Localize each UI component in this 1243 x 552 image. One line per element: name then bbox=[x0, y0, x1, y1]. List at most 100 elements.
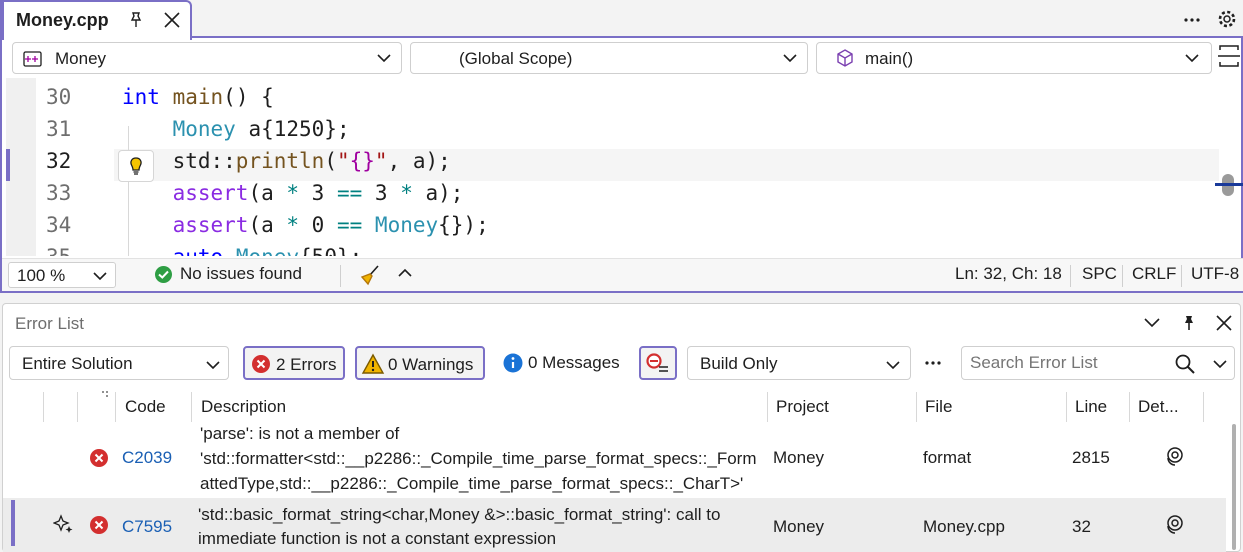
warnings-filter-button[interactable]: 0 Warnings bbox=[355, 346, 485, 380]
error-file: Money.cpp bbox=[923, 517, 1005, 536]
chevron-down-icon bbox=[783, 53, 797, 63]
details-icon[interactable] bbox=[1161, 513, 1185, 537]
chevron-down-icon bbox=[206, 360, 220, 370]
code-token: assert bbox=[172, 213, 249, 237]
chevron-up-icon[interactable] bbox=[398, 268, 412, 278]
code-editor[interactable]: 29};30int main() {31 Money a{1250};32 st… bbox=[6, 78, 1219, 256]
table-row[interactable]: C2039 'parse': is not a member of 'std::… bbox=[3, 422, 1226, 498]
code-token: Money bbox=[172, 117, 236, 141]
code-line: int main() { bbox=[122, 85, 274, 109]
error-list-scrollbar[interactable] bbox=[1232, 424, 1236, 550]
file-encoding[interactable]: UTF-8 bbox=[1191, 264, 1239, 284]
line-number: 30 bbox=[46, 85, 72, 109]
more-options-icon[interactable] bbox=[923, 356, 943, 370]
check-circle-icon bbox=[154, 265, 173, 284]
close-icon[interactable] bbox=[1214, 313, 1234, 333]
quick-actions-button[interactable] bbox=[118, 150, 154, 182]
chevron-down-icon bbox=[886, 360, 900, 370]
code-token: 3 bbox=[362, 181, 401, 205]
close-tab-icon[interactable] bbox=[162, 10, 182, 30]
line-endings[interactable]: CRLF bbox=[1132, 264, 1176, 284]
member-label: main() bbox=[865, 49, 914, 68]
code-token: a{1250}; bbox=[235, 117, 350, 141]
error-project: Money bbox=[773, 517, 825, 536]
column-header-project[interactable]: Project bbox=[776, 397, 829, 417]
selection-marker bbox=[11, 500, 15, 546]
split-editor-icon[interactable] bbox=[1218, 44, 1240, 68]
whitespace-mode[interactable]: SPC bbox=[1082, 264, 1117, 284]
error-project: Money bbox=[773, 448, 825, 467]
ai-sparkle-icon[interactable] bbox=[53, 514, 75, 534]
chevron-down-icon bbox=[93, 271, 107, 281]
code-line: auto Money{50}; bbox=[122, 245, 363, 256]
more-options-icon[interactable] bbox=[1182, 10, 1202, 30]
pin-icon[interactable] bbox=[1179, 313, 1199, 333]
error-icon bbox=[251, 354, 271, 374]
error-file: format bbox=[923, 448, 972, 467]
line-number: 33 bbox=[46, 181, 72, 205]
error-description-line: attedType,std::__p2286::_Compile_time_pa… bbox=[200, 474, 744, 493]
error-code-link[interactable]: C2039 bbox=[122, 448, 172, 468]
messages-filter-button[interactable]: 0 Messages bbox=[497, 346, 631, 380]
code-token: {50}; bbox=[299, 245, 362, 256]
build-filter-dropdown[interactable]: Build Only bbox=[687, 346, 911, 380]
chevron-down-icon[interactable] bbox=[1213, 359, 1227, 369]
line-number: 34 bbox=[46, 213, 72, 237]
column-drag-grip-icon[interactable] bbox=[101, 390, 111, 400]
project-dropdown[interactable]: Money bbox=[12, 42, 402, 74]
error-code-link[interactable]: C7595 bbox=[122, 517, 172, 537]
tab-money-cpp[interactable]: Money.cpp bbox=[2, 0, 192, 40]
code-token: == bbox=[336, 213, 363, 237]
error-description-line: 'parse': is not a member of bbox=[200, 424, 400, 443]
column-header-code[interactable]: Code bbox=[125, 397, 166, 417]
code-token: ( bbox=[324, 149, 337, 173]
pin-icon[interactable] bbox=[126, 10, 146, 30]
zoom-dropdown[interactable]: 100 % bbox=[8, 262, 116, 288]
search-input[interactable] bbox=[970, 352, 1166, 374]
issues-status[interactable]: No issues found bbox=[180, 264, 302, 284]
code-token: Money bbox=[236, 245, 299, 256]
chevron-down-icon[interactable] bbox=[1144, 316, 1160, 328]
column-header-file[interactable]: File bbox=[925, 397, 952, 417]
code-token: int bbox=[122, 85, 160, 109]
warnings-filter-label: 0 Warnings bbox=[388, 355, 474, 374]
code-token: * bbox=[286, 213, 300, 237]
code-token: == bbox=[336, 181, 363, 205]
info-icon bbox=[503, 353, 523, 373]
code-token: a); bbox=[412, 181, 464, 205]
code-cleanup-broom-icon[interactable] bbox=[358, 263, 382, 287]
scope-filter-dropdown[interactable]: Entire Solution bbox=[9, 346, 229, 380]
filter-by-document-button[interactable] bbox=[639, 346, 677, 380]
line-number: 32 bbox=[46, 149, 72, 173]
gear-icon[interactable] bbox=[1217, 9, 1237, 29]
column-header-description[interactable]: Description bbox=[201, 397, 286, 417]
code-token: {}); bbox=[438, 213, 489, 237]
error-line: 2815 bbox=[1072, 448, 1110, 467]
errors-filter-button[interactable]: 2 Errors bbox=[243, 346, 345, 380]
code-line: Money a{1250}; bbox=[122, 117, 350, 141]
scrollbar-caret-marker bbox=[1215, 183, 1243, 186]
table-row-selected[interactable]: C7595 'std::basic_format_string<char,Mon… bbox=[3, 498, 1226, 552]
details-icon[interactable] bbox=[1161, 445, 1185, 469]
cursor-position[interactable]: Ln: 32, Ch: 18 bbox=[955, 264, 1062, 284]
error-description-line: 'std::formatter<std::__p2286::_Compile_t… bbox=[200, 449, 757, 468]
code-token: println bbox=[235, 149, 325, 173]
column-header-details[interactable]: Det... bbox=[1138, 397, 1179, 417]
code-token: assert bbox=[172, 181, 249, 205]
column-header-line[interactable]: Line bbox=[1075, 397, 1107, 417]
code-token: , a); bbox=[387, 149, 451, 173]
member-dropdown[interactable]: main() bbox=[816, 42, 1212, 74]
scope-dropdown[interactable]: (Global Scope) bbox=[410, 42, 808, 74]
search-error-list[interactable] bbox=[961, 346, 1235, 380]
code-token: 0 bbox=[299, 213, 337, 237]
code-line: std::println("{}", a); bbox=[122, 149, 451, 173]
error-list-panel: Error List Entire Solution 2 Errors 0 Wa… bbox=[2, 303, 1241, 552]
error-icon bbox=[89, 515, 109, 535]
code-token: " bbox=[374, 149, 388, 173]
code-token: * bbox=[286, 181, 300, 205]
search-icon[interactable] bbox=[1174, 353, 1196, 375]
